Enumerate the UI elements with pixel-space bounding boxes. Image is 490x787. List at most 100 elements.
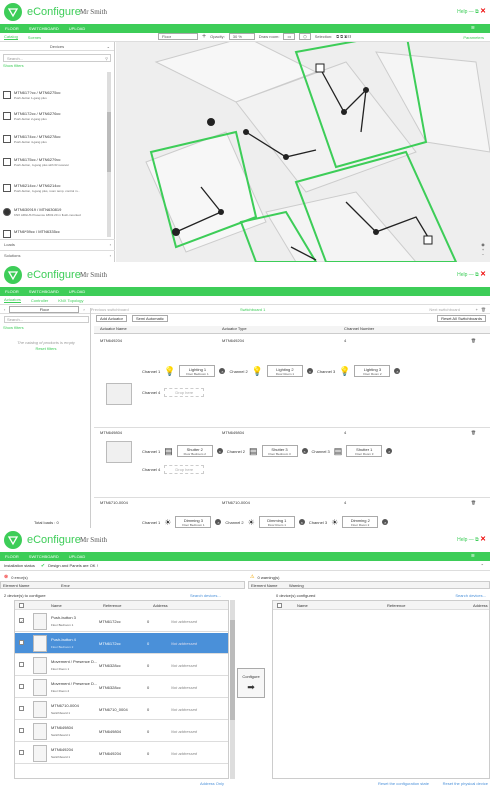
show-filters-link[interactable]: Show filters	[3, 325, 24, 330]
floor-select[interactable]: Floor	[158, 33, 198, 40]
trash-icon[interactable]: 🗑	[471, 500, 476, 505]
select-all-checkbox[interactable]	[277, 603, 282, 608]
close-button[interactable]: ✕	[480, 271, 486, 278]
list-item[interactable]: MTN6172cc / MTN6276cc Push-button 2-gang …	[3, 109, 107, 126]
search-input[interactable]: Search...	[4, 316, 89, 323]
minimize-button[interactable]: —	[469, 9, 474, 15]
nav-floor[interactable]: FLOOR	[5, 554, 19, 559]
select-all-checkbox[interactable]	[19, 603, 24, 608]
scrollbar-thumb[interactable]	[107, 112, 111, 172]
nav-floor[interactable]: FLOOR	[5, 26, 19, 31]
row-checkbox[interactable]	[19, 750, 24, 755]
floor-plan-canvas[interactable]: ◉ + −	[116, 42, 490, 262]
tab-controller[interactable]: Controller	[31, 298, 48, 303]
table-row[interactable]: MTN649204 Switchboard 1 MTN649204 0 Not addr…	[15, 743, 228, 764]
load-box[interactable]: Shutter 2 Floor Bedroom 2	[176, 445, 213, 457]
next-switchboard[interactable]: Next switchboard	[429, 307, 460, 312]
scrollbar[interactable]	[230, 600, 235, 779]
reset-filters-link[interactable]: Reset filters	[6, 346, 86, 351]
trash-icon[interactable]: 🗑	[481, 307, 486, 312]
semi-automatic-button[interactable]: Semi Automatic	[132, 315, 168, 322]
nav-upload[interactable]: UPLOAD	[69, 289, 85, 294]
scrollbar[interactable]	[107, 72, 111, 237]
tab-catalog[interactable]: Catalog	[4, 34, 18, 40]
load-box[interactable]: Lighting 1 Floor Bedroom 1	[179, 365, 216, 377]
load-box[interactable]: Dimming 3 Floor Bedroom 1	[175, 516, 212, 528]
search-input[interactable]: Search... ⚲	[3, 54, 111, 62]
close-icon[interactable]: ×	[216, 448, 223, 454]
trash-icon[interactable]: 🗑	[471, 430, 476, 435]
reset-all-button[interactable]: Reset All Switchboards	[437, 315, 486, 322]
load-box[interactable]: Shutter 3 Floor Bedroom 3	[261, 445, 298, 457]
row-checkbox[interactable]	[19, 706, 24, 711]
reset-configuration-link[interactable]: Reset the configuration state	[378, 781, 429, 786]
table-row[interactable]: MTN6710-0004 Switchboard 1 MTN6710_0004 0 No…	[15, 699, 228, 720]
configure-button[interactable]: Configure ➡	[237, 668, 265, 698]
row-checkbox[interactable]	[19, 662, 24, 667]
reset-physical-device-link[interactable]: Reset the physical device	[443, 781, 488, 786]
maximize-button[interactable]: ⧉	[475, 537, 479, 543]
help-link[interactable]: Help	[457, 272, 467, 278]
table-row[interactable]: Movement / Presence D... Floor Room 2 MTN6…	[15, 677, 228, 698]
nav-upload[interactable]: UPLOAD	[69, 26, 85, 31]
table-row[interactable]: ✓ Push-button 3 Floor Bedroom 1 MTN6172cc 0 N…	[15, 611, 228, 632]
add-icon[interactable]: +	[202, 33, 206, 40]
search-devices-link[interactable]: Search devices...	[455, 593, 486, 598]
add-actuator-button[interactable]: Add Actuator	[96, 315, 127, 322]
scrollbar-thumb[interactable]	[230, 620, 235, 720]
close-icon[interactable]: ×	[386, 448, 393, 454]
nav-upload[interactable]: UPLOAD	[69, 554, 85, 559]
table-row[interactable]: MTN649804 MTN649804 4 🗑	[94, 427, 490, 435]
row-checkbox[interactable]	[19, 640, 24, 645]
address-only-link[interactable]: Address Only	[200, 781, 224, 786]
list-item[interactable]: MTN6214cc / MTN6214cc Push-button, 4-gang…	[3, 181, 107, 198]
floor-select[interactable]: Floor	[9, 305, 80, 313]
maximize-button[interactable]: ⧉	[475, 9, 479, 15]
chevron-left-icon[interactable]: ‹	[4, 307, 5, 312]
prev-switchboard[interactable]: Previous switchboard	[91, 307, 129, 312]
close-icon[interactable]: ×	[394, 368, 401, 374]
add-icon[interactable]: +	[476, 307, 478, 312]
tab-actuators[interactable]: Actuators	[4, 297, 21, 303]
nav-switchboard[interactable]: SWITCHBOARD	[29, 554, 59, 559]
drop-zone[interactable]: Drop here	[164, 388, 205, 397]
close-button[interactable]: ✕	[480, 536, 486, 543]
row-checkbox[interactable]	[19, 684, 24, 689]
close-icon[interactable]: ×	[301, 448, 308, 454]
close-icon[interactable]: ×	[382, 519, 389, 525]
row-checkbox[interactable]: ✓	[19, 618, 24, 624]
table-row[interactable]: MTN649804 Switchboard 1 MTN649804 0 Not addr…	[15, 721, 228, 742]
list-item[interactable]: MTN6175cc / MTN6279cc Push-button, 4-gang…	[3, 155, 107, 172]
loads-header[interactable]: Loads ›	[0, 239, 115, 248]
chevron-right-icon[interactable]: ›	[83, 307, 84, 312]
tab-scenes[interactable]: Scenes	[28, 35, 41, 40]
table-row[interactable]: Movement / Presence D... Floor Room 1 MTN6…	[15, 655, 228, 676]
chevron-up-icon[interactable]: ⌃	[481, 563, 484, 568]
list-item[interactable]: MTN6174cc / MTN6278cc Push-button 4-gang …	[3, 132, 107, 149]
draw-poly-icon[interactable]: ⬠	[299, 33, 311, 40]
zoom-out-icon[interactable]: −	[482, 252, 484, 257]
help-link[interactable]: Help	[457, 9, 467, 15]
tab-knx-topology[interactable]: KNX Topology	[58, 298, 83, 303]
nav-floor[interactable]: FLOOR	[5, 289, 19, 294]
close-button[interactable]: ✕	[480, 8, 486, 15]
table-row[interactable]: Push-button 4 Floor Bedroom 2 MTN6172cc 0 No…	[15, 633, 228, 654]
list-item[interactable]: MTN617?cc / MTN6275cc Push-button 1-gang …	[3, 88, 107, 105]
switchboard-name[interactable]: Switchboard 1	[240, 307, 265, 312]
nav-switchboard[interactable]: SWITCHBOARD	[29, 289, 59, 294]
close-icon[interactable]: ×	[215, 519, 222, 525]
help-link[interactable]: Help	[457, 537, 467, 543]
close-icon[interactable]: ×	[219, 368, 226, 374]
devices-header[interactable]: Devices ⌄	[0, 42, 114, 51]
opacity-select[interactable]: 30 %	[228, 33, 255, 40]
load-box[interactable]: Dimming 2 Floor Room 2	[342, 516, 379, 528]
trash-icon[interactable]: 🗑	[471, 338, 476, 343]
search-devices-link[interactable]: Search devices...	[190, 593, 221, 598]
draw-rect-icon[interactable]: ▭	[283, 33, 296, 40]
load-box[interactable]: Lighting 2 Floor Room 1	[266, 365, 303, 377]
minimize-button[interactable]: —	[469, 537, 474, 543]
solutions-header[interactable]: Solutions ›	[0, 250, 115, 259]
minimize-button[interactable]: —	[469, 272, 474, 278]
list-item[interactable]: MTN630919 / MTN630819 KNX ARGUS Presence …	[3, 205, 107, 222]
load-box[interactable]: Lighting 3 Floor Room 2	[354, 365, 391, 377]
